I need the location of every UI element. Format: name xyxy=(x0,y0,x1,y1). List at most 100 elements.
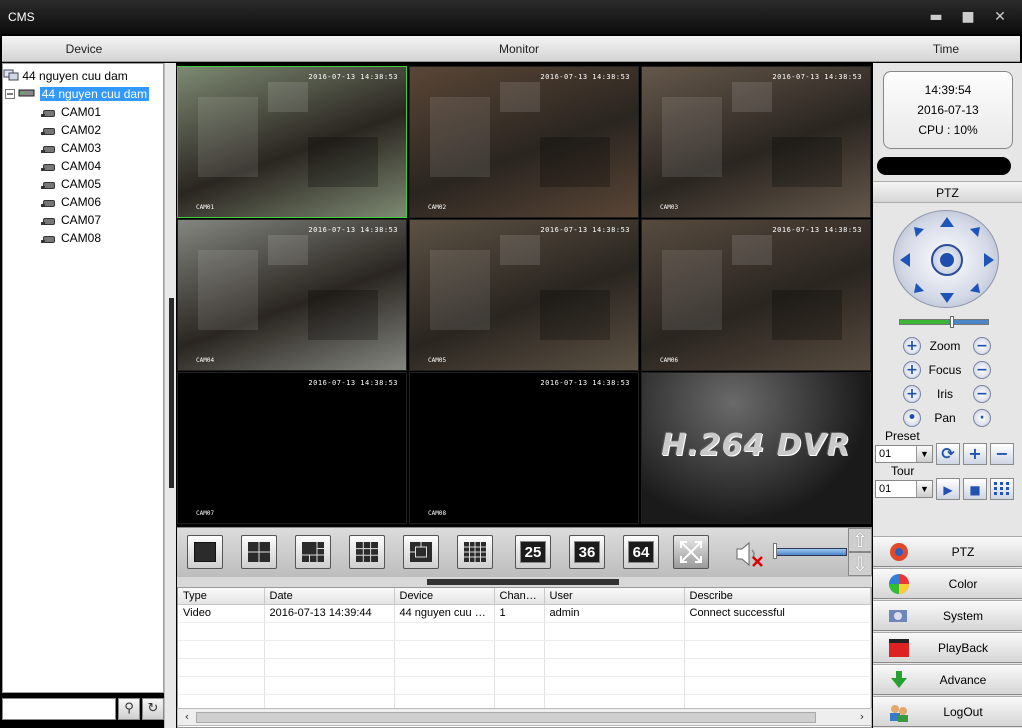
tree-root[interactable]: 44 nguyen cuu dam xyxy=(3,68,128,84)
camera-item[interactable]: CAM07 xyxy=(41,212,101,228)
layout-4-button[interactable] xyxy=(241,535,277,569)
empty-tile[interactable]: H.264 DVR xyxy=(641,372,871,524)
layout-6-button[interactable] xyxy=(295,535,331,569)
refresh-button[interactable]: ↻ xyxy=(142,698,164,720)
log-row[interactable]: Video 2016-07-13 14:39:44 44 nguyen cuu … 1… xyxy=(178,604,871,623)
log-cell xyxy=(394,622,495,641)
preset-add-button[interactable]: + xyxy=(963,443,987,465)
maximize-button[interactable]: ■ xyxy=(958,8,978,26)
scroll-down-button[interactable]: ⇩ xyxy=(848,552,872,576)
focus-far-button[interactable]: − xyxy=(973,361,991,379)
ptz-icon xyxy=(890,543,908,561)
tour-select[interactable]: 01 ▼ xyxy=(875,480,933,498)
log-cell xyxy=(544,658,685,677)
volume-slider-knob[interactable] xyxy=(773,543,777,559)
splitter-handle[interactable] xyxy=(169,298,174,488)
log-row[interactable] xyxy=(178,640,871,659)
video-frame-image xyxy=(198,235,378,340)
ptz-speed-slider[interactable] xyxy=(899,316,989,328)
osd-camera-label: CAM08 xyxy=(428,510,447,517)
log-cell xyxy=(494,622,545,641)
log-scroll-thumb[interactable] xyxy=(196,712,816,723)
tree-device[interactable]: 44 nguyen cuu dam xyxy=(5,86,150,103)
layout-1-button[interactable] xyxy=(187,535,223,569)
video-tile[interactable]: 2016-07-13 14:38:53 CAM02 xyxy=(409,66,639,218)
video-tile[interactable]: 2016-07-13 14:38:53 CAM04 xyxy=(177,219,407,371)
fullscreen-button[interactable] xyxy=(673,535,709,569)
layout-8-icon xyxy=(356,542,378,562)
layout-9-button[interactable] xyxy=(403,535,439,569)
menu-color-button[interactable]: Color xyxy=(873,568,1022,599)
layout-25-label: 25 xyxy=(520,541,546,563)
log-column-header[interactable]: Date xyxy=(264,588,395,605)
camera-item[interactable]: CAM08 xyxy=(41,230,101,246)
ptz-speed-knob[interactable] xyxy=(950,316,954,328)
panel-splitter[interactable] xyxy=(164,63,176,728)
mute-icon[interactable] xyxy=(733,540,765,571)
log-row[interactable] xyxy=(178,658,871,677)
layout-16-button[interactable] xyxy=(457,535,493,569)
tour-play-button[interactable]: ▶ xyxy=(936,478,960,500)
scroll-left-icon[interactable]: ‹ xyxy=(179,709,195,725)
menu-playback-button[interactable]: PlayBack xyxy=(873,632,1022,663)
log-column-header[interactable]: Device xyxy=(394,588,495,605)
video-tile[interactable]: 2016-07-13 14:38:53 CAM05 xyxy=(409,219,639,371)
video-tile[interactable]: 2016-07-13 14:38:53 CAM06 xyxy=(641,219,871,371)
log-cell: 2016-07-13 14:39:44 xyxy=(264,604,395,623)
video-frame-image xyxy=(662,82,842,187)
tour-grid-button[interactable] xyxy=(990,478,1014,500)
scroll-up-button[interactable]: ⇧ xyxy=(848,528,872,552)
menu-advance-button[interactable]: Advance xyxy=(873,664,1022,695)
dvr-logo-text: H.264 DVR xyxy=(661,428,851,463)
cms-window: CMS ▬ ■ ✕ Device Monitor Time 44 nguyen … xyxy=(0,0,1022,728)
layout-36-button[interactable]: 36 xyxy=(569,535,605,569)
camera-item[interactable]: CAM06 xyxy=(41,194,101,210)
log-splitter-handle[interactable] xyxy=(427,579,619,585)
menu-ptz-button[interactable]: PTZ xyxy=(873,536,1022,567)
log-column-header[interactable]: Chan… xyxy=(494,588,545,605)
volume-slider[interactable] xyxy=(773,543,847,559)
osd-timestamp: 2016-07-13 14:38:53 xyxy=(308,73,398,81)
tour-stop-button[interactable]: ■ xyxy=(963,478,987,500)
minimize-button[interactable]: ▬ xyxy=(926,8,946,26)
preset-delete-button[interactable]: − xyxy=(990,443,1014,465)
scroll-right-icon[interactable]: › xyxy=(854,709,870,725)
layout-25-button[interactable]: 25 xyxy=(515,535,551,569)
camera-item[interactable]: CAM05 xyxy=(41,176,101,192)
zoom-out-button[interactable]: − xyxy=(973,337,991,355)
arrow-up-icon: ⇧ xyxy=(851,528,869,552)
log-row[interactable] xyxy=(178,622,871,641)
ptz-center-button[interactable] xyxy=(931,244,963,276)
menu-logout-button[interactable]: LogOut xyxy=(873,696,1022,727)
log-horizontal-scrollbar[interactable]: ‹ › xyxy=(177,708,872,726)
camera-label: CAM08 xyxy=(61,231,102,245)
layout-64-button[interactable]: 64 xyxy=(623,535,659,569)
camera-item[interactable]: CAM02 xyxy=(41,122,101,138)
log-column-header[interactable]: Describe xyxy=(684,588,871,605)
collapse-icon[interactable] xyxy=(5,87,15,103)
close-button[interactable]: ✕ xyxy=(990,8,1010,26)
preset-select[interactable]: 01 ▼ xyxy=(875,445,933,463)
ptz-direction-pad[interactable] xyxy=(893,210,999,308)
video-tile[interactable]: 2016-07-13 14:38:53 CAM03 xyxy=(641,66,871,218)
pan-stop-button[interactable]: · xyxy=(973,409,991,427)
preset-goto-button[interactable]: ⟳ xyxy=(936,443,960,465)
search-icon: ⚲ xyxy=(124,701,134,716)
tree-device-label: 44 nguyen cuu dam xyxy=(39,87,150,101)
menu-system-button[interactable]: System xyxy=(873,600,1022,631)
log-column-header[interactable]: Type xyxy=(178,588,265,605)
layout-8-button[interactable] xyxy=(349,535,385,569)
search-button[interactable]: ⚲ xyxy=(118,698,140,720)
camera-item[interactable]: CAM04 xyxy=(41,158,101,174)
video-tile[interactable]: 2016-07-13 14:38:53 CAM07 xyxy=(177,372,407,524)
log-splitter[interactable] xyxy=(177,577,872,587)
log-column-header[interactable]: User xyxy=(544,588,685,605)
log-row[interactable] xyxy=(178,676,871,695)
camera-item[interactable]: CAM03 xyxy=(41,140,101,156)
camera-item[interactable]: CAM01 xyxy=(41,104,101,120)
video-tile[interactable]: 2016-07-13 14:38:53 CAM01 xyxy=(177,66,407,218)
device-search-input[interactable] xyxy=(2,698,116,720)
video-tile[interactable]: 2016-07-13 14:38:53 CAM08 xyxy=(409,372,639,524)
iris-close-button[interactable]: − xyxy=(973,385,991,403)
chevron-down-icon: ▼ xyxy=(916,481,932,497)
